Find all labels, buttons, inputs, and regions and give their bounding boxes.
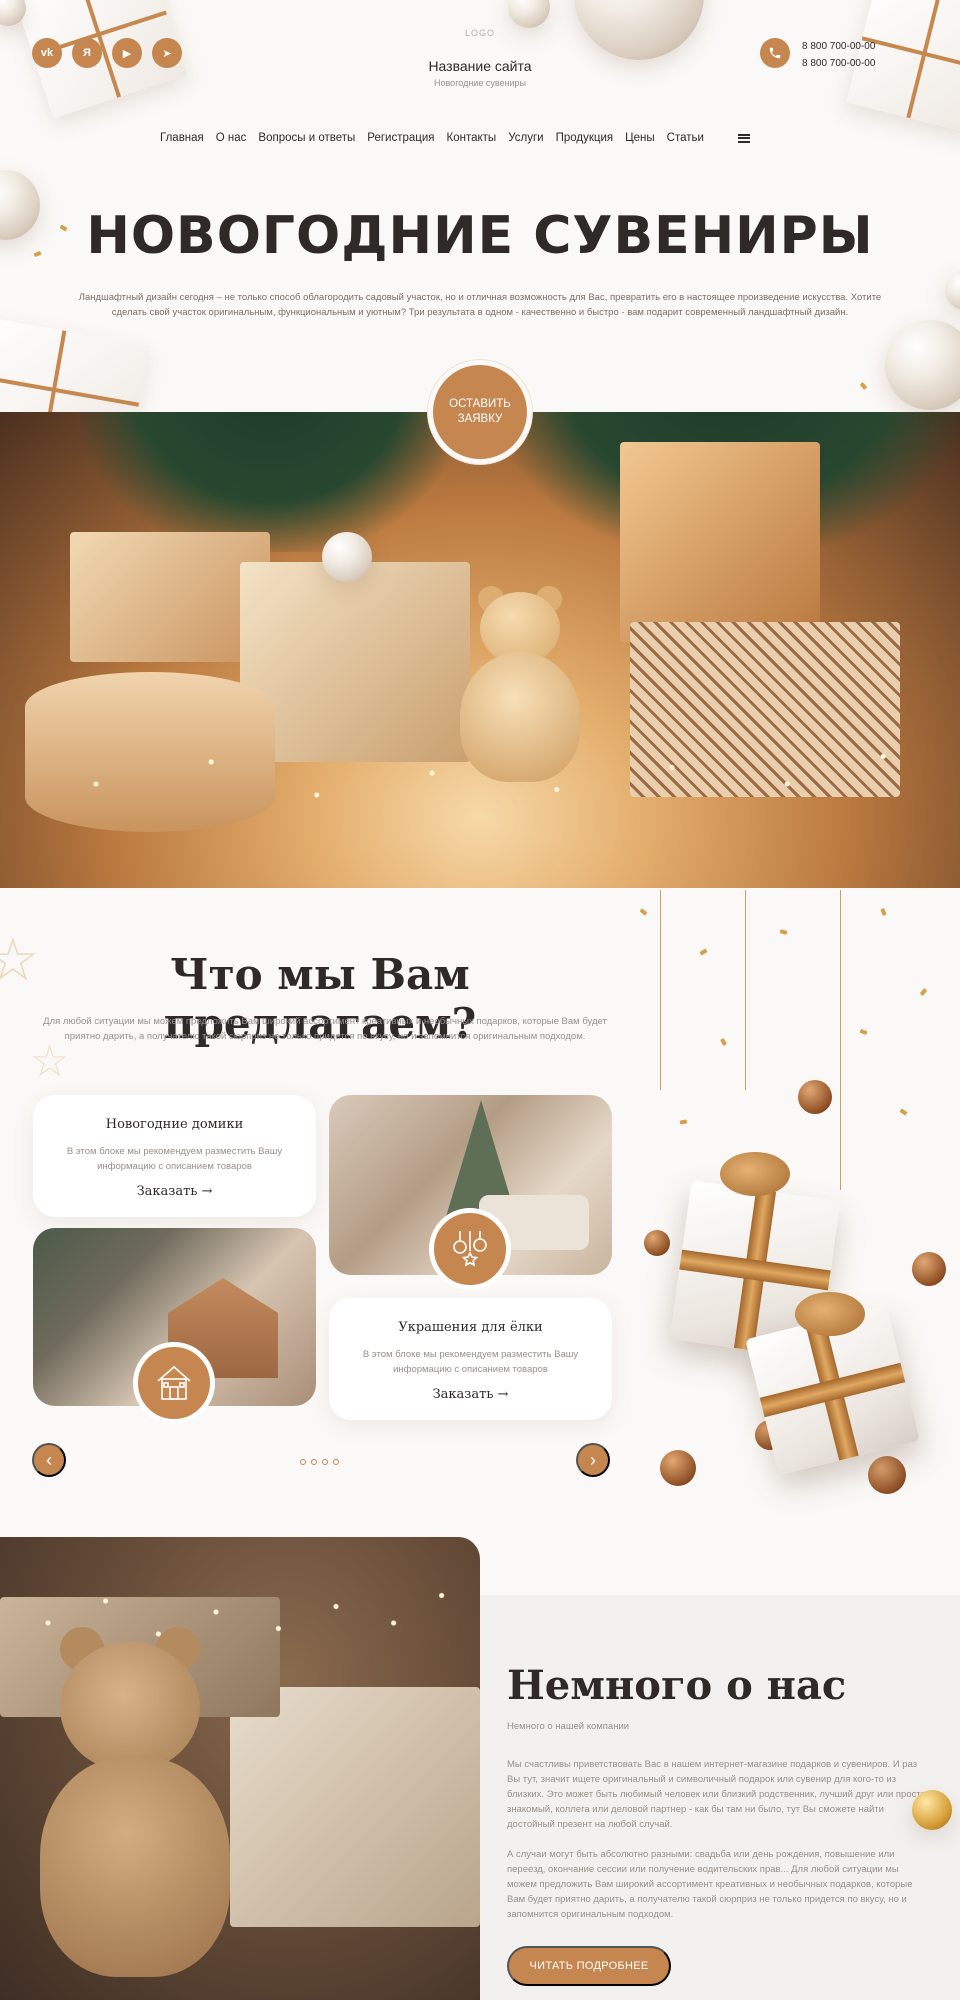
about-subtitle: Немного о нашей компании bbox=[507, 1721, 630, 1732]
hero-photo bbox=[0, 412, 960, 888]
decor-confetti bbox=[859, 382, 868, 390]
read-more-button[interactable]: ЧИТАТЬ ПОДРОБНЕЕ bbox=[507, 1946, 671, 1986]
bow-image bbox=[795, 1292, 865, 1336]
site-subtitle: Новогодние сувениры bbox=[434, 78, 526, 88]
phone-list: 8 800 700-00-00 8 800 700-00-00 bbox=[802, 38, 875, 72]
nav-item-about[interactable]: О нас bbox=[216, 132, 247, 144]
youtube-icon[interactable]: ▶ bbox=[112, 38, 142, 68]
site-name: Название сайта bbox=[428, 58, 532, 74]
carousel-dots bbox=[300, 1459, 339, 1465]
carousel-prev-button[interactable]: ‹ bbox=[32, 1443, 66, 1477]
card-text: В этом блоке мы рекомендуем разместить В… bbox=[66, 1146, 283, 1172]
social-links: vk Я ▶ ➤ bbox=[32, 38, 182, 68]
nav-item-articles[interactable]: Статьи bbox=[667, 132, 704, 144]
bow-image bbox=[720, 1152, 790, 1196]
nav-item-prices[interactable]: Цены bbox=[625, 132, 655, 144]
ornament-image bbox=[912, 1252, 946, 1286]
ornament-image bbox=[660, 1450, 696, 1486]
about-photo bbox=[0, 1537, 480, 2000]
tree-branches bbox=[80, 412, 460, 552]
card-title: Новогодние домики bbox=[105, 1117, 244, 1132]
phone-number[interactable]: 8 800 700-00-00 bbox=[802, 38, 875, 55]
hanging-gifts-decoration bbox=[620, 890, 960, 1550]
about-paragraph: Мы счастливы приветствовать Вас в нашем … bbox=[507, 1759, 926, 1830]
decor-ornament bbox=[912, 1790, 952, 1830]
site-header: vk Я ▶ ➤ LOGO Название сайта Новогодние … bbox=[0, 0, 960, 160]
phone-icon[interactable] bbox=[760, 38, 790, 68]
about-paragraph: А случаи могут быть абсолютно разными: с… bbox=[507, 1849, 913, 1920]
card-text: В этом блоке мы рекомендуем разместить В… bbox=[362, 1349, 579, 1375]
vk-icon[interactable]: vk bbox=[32, 38, 62, 68]
house-icon bbox=[157, 1365, 191, 1400]
ornament-image bbox=[644, 1230, 670, 1256]
fairy-lights bbox=[0, 718, 960, 828]
teddy-bear-image bbox=[30, 1627, 240, 1987]
hero-text: Ландшафтный дизайн сегодня – не только с… bbox=[78, 292, 882, 318]
leave-request-button[interactable]: ОСТАВИТЬ ЗАЯВКУ bbox=[428, 360, 532, 464]
decor-ball bbox=[945, 270, 960, 310]
logo[interactable]: LOGO bbox=[380, 28, 580, 42]
brand-block[interactable]: LOGO Название сайта Новогодние сувениры bbox=[380, 28, 580, 88]
phone-number[interactable]: 8 800 700-00-00 bbox=[802, 55, 875, 72]
nav-item-products[interactable]: Продукция bbox=[556, 132, 614, 144]
menu-icon[interactable] bbox=[737, 133, 750, 143]
hero-title: НОВОГОДНИЕ СУВЕНИРЫ bbox=[86, 206, 874, 266]
carousel-dot[interactable] bbox=[300, 1459, 306, 1465]
gift-box-image bbox=[230, 1687, 480, 1927]
ornaments-badge bbox=[429, 1208, 511, 1290]
gift-box-image bbox=[620, 442, 820, 642]
about-title: Немного о нас bbox=[507, 1662, 847, 1709]
ornaments-icon bbox=[453, 1231, 487, 1267]
ornament-image bbox=[798, 1080, 832, 1114]
carousel-next-button[interactable]: › bbox=[576, 1443, 610, 1477]
carousel-dot[interactable] bbox=[322, 1459, 328, 1465]
ornament-image bbox=[868, 1456, 906, 1494]
main-nav: Главная О нас Вопросы и ответы Регистрац… bbox=[160, 132, 750, 144]
house-badge bbox=[133, 1342, 215, 1424]
fairy-lights bbox=[0, 1557, 480, 1667]
nav-item-services[interactable]: Услуги bbox=[508, 132, 543, 144]
carousel-dot[interactable] bbox=[333, 1459, 339, 1465]
carousel-dot[interactable] bbox=[311, 1459, 317, 1465]
card-title: Украшения для ёлки bbox=[398, 1320, 543, 1335]
nav-item-faq[interactable]: Вопросы и ответы bbox=[258, 132, 355, 144]
offers-text: Для любой ситуации мы можем предложить В… bbox=[43, 1016, 607, 1042]
ornament-image bbox=[322, 532, 372, 582]
nav-item-home[interactable]: Главная bbox=[160, 132, 204, 144]
offer-card-houses: Новогодние домики В этом блоке мы рекоме… bbox=[33, 1095, 316, 1217]
phone-block: 8 800 700-00-00 8 800 700-00-00 bbox=[760, 38, 875, 72]
nav-item-registration[interactable]: Регистрация bbox=[367, 132, 434, 144]
decor-ball bbox=[885, 320, 960, 410]
telegram-icon[interactable]: ➤ bbox=[152, 38, 182, 68]
yandex-icon[interactable]: Я bbox=[72, 38, 102, 68]
offer-card-ornaments: Украшения для ёлки В этом блоке мы реком… bbox=[329, 1298, 612, 1420]
nav-item-contacts[interactable]: Контакты bbox=[447, 132, 497, 144]
order-link[interactable]: Заказать → bbox=[329, 1387, 612, 1402]
order-link[interactable]: Заказать → bbox=[33, 1184, 316, 1199]
